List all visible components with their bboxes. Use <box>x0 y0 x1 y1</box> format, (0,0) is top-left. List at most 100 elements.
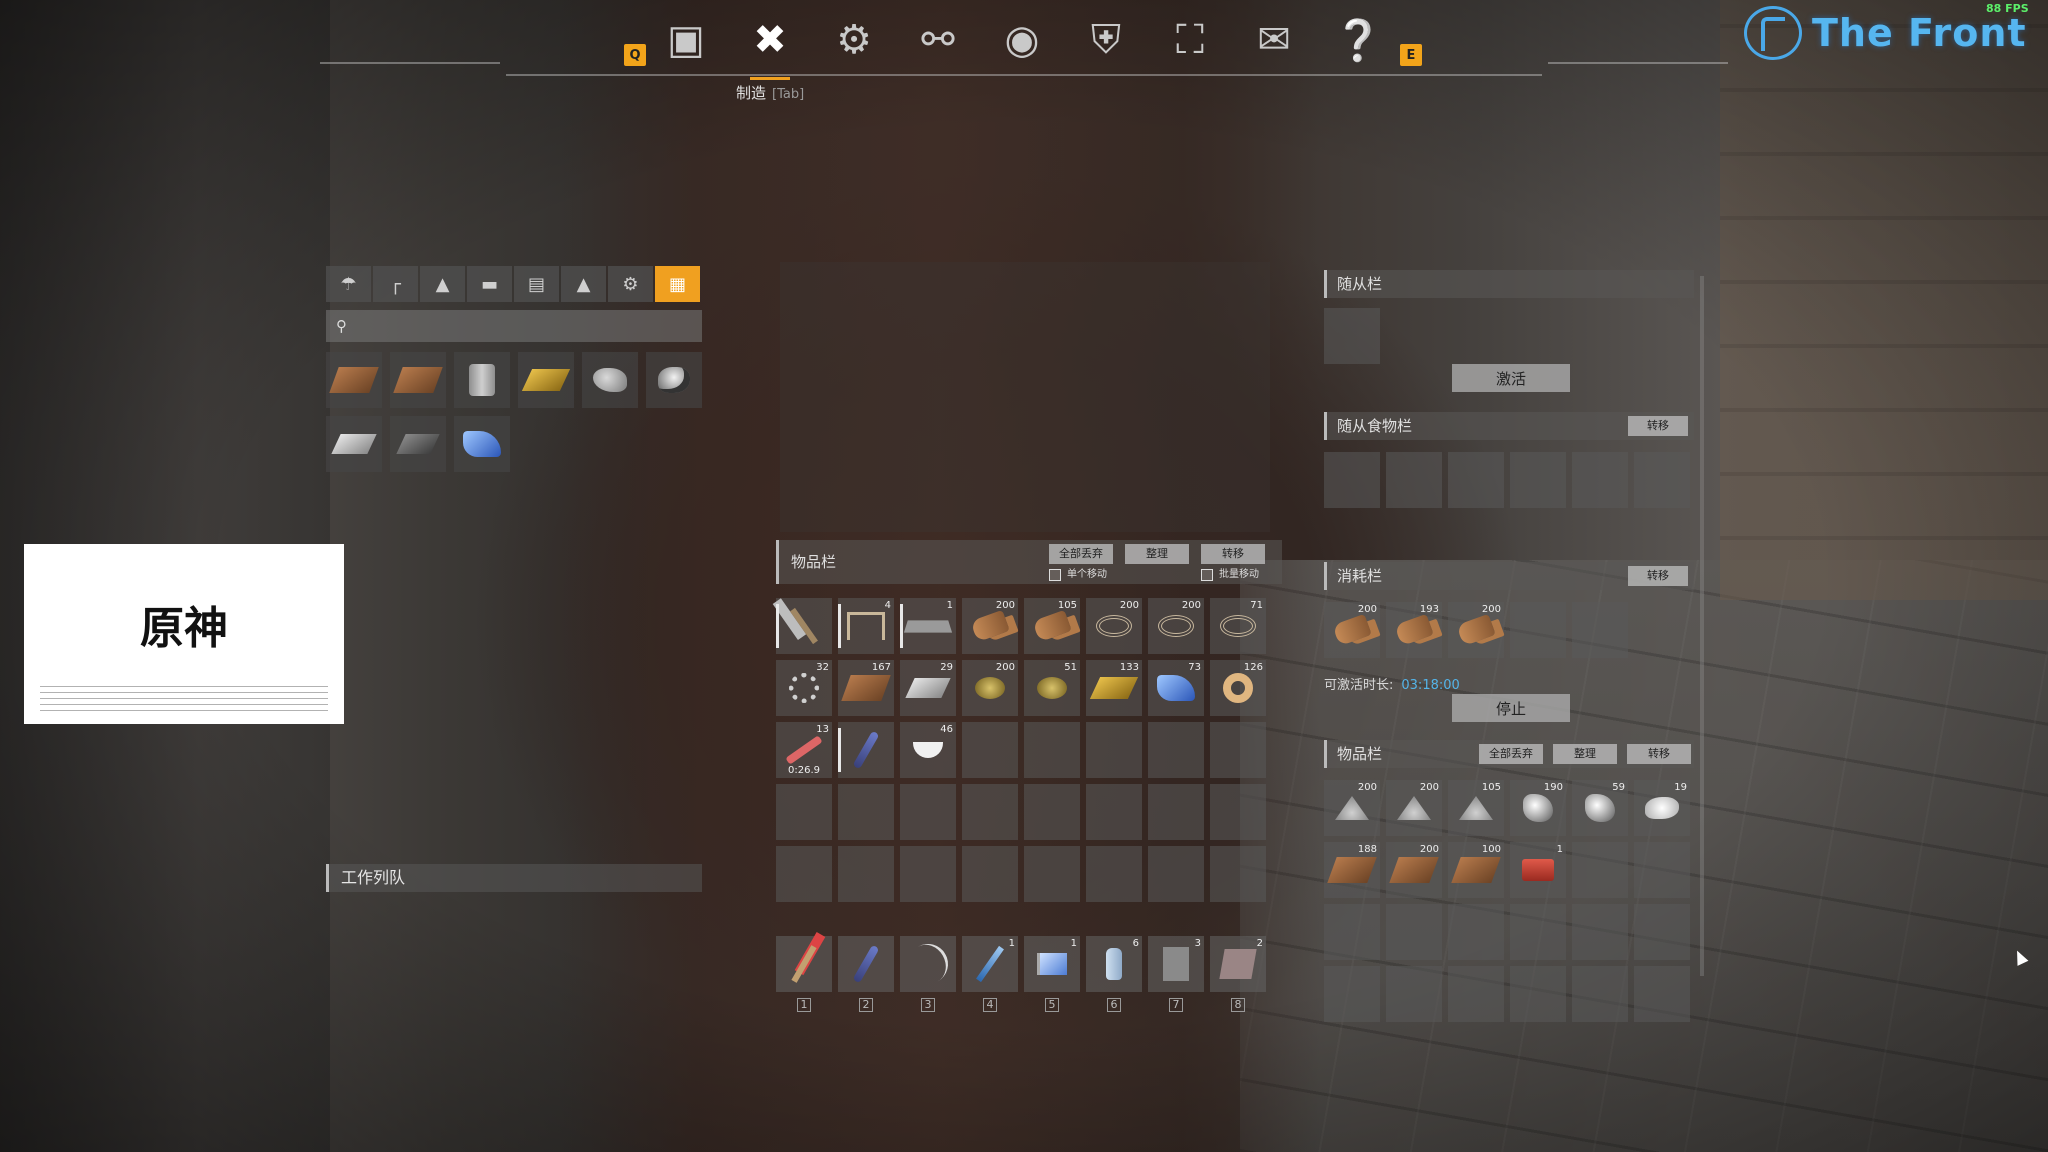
campfire-icon[interactable]: ▲ <box>561 266 606 302</box>
inventory-slot[interactable] <box>838 846 894 902</box>
parachute-icon[interactable]: ☂ <box>326 266 371 302</box>
recipe-item[interactable] <box>326 352 382 408</box>
activate-button[interactable]: 激活 <box>1452 364 1570 392</box>
settings-icon[interactable]: ⚙ <box>608 266 653 302</box>
inventory-slot[interactable] <box>962 846 1018 902</box>
storage-slot[interactable]: 59 <box>1572 780 1628 836</box>
storage-slot[interactable]: 190 <box>1510 780 1566 836</box>
consumable-slot[interactable]: 200 <box>1448 602 1504 658</box>
consumable-slot[interactable] <box>1572 602 1628 658</box>
storage-slot[interactable] <box>1572 842 1628 898</box>
storage-slot[interactable] <box>1448 904 1504 960</box>
storage-slot[interactable] <box>1510 904 1566 960</box>
stop-button[interactable]: 停止 <box>1452 694 1570 722</box>
drop-all-button[interactable]: 全部丢弃 <box>1049 544 1113 564</box>
storage-slot[interactable] <box>1324 966 1380 1022</box>
consumable-slot[interactable]: 200 <box>1324 602 1380 658</box>
food-transfer-button[interactable]: 转移 <box>1628 416 1688 436</box>
recipe-item[interactable] <box>326 416 382 472</box>
inventory-slot[interactable] <box>776 846 832 902</box>
mail-icon[interactable]: ✉ <box>1232 8 1316 72</box>
right-panel-scrollbar[interactable] <box>1700 276 1704 976</box>
inventory-slot[interactable] <box>1148 722 1204 778</box>
inventory-slot[interactable]: 126 <box>1210 660 1266 716</box>
inventory-slot[interactable]: 133 <box>1086 660 1142 716</box>
inventory-slot[interactable] <box>776 598 832 654</box>
inventory-slot[interactable] <box>1210 722 1266 778</box>
inventory-slot[interactable]: 1 <box>900 598 956 654</box>
craft-search-input[interactable] <box>357 318 677 334</box>
inventory-slot[interactable] <box>1210 846 1266 902</box>
food-slot[interactable] <box>1448 452 1504 508</box>
inventory-slot[interactable] <box>1024 846 1080 902</box>
recipe-item[interactable] <box>518 352 574 408</box>
storage-slot[interactable]: 188 <box>1324 842 1380 898</box>
storage-slot[interactable]: 100 <box>1448 842 1504 898</box>
statue-icon[interactable]: ▲ <box>420 266 465 302</box>
consumable-transfer-button[interactable]: 转移 <box>1628 566 1688 586</box>
storage-slot[interactable]: 19 <box>1634 780 1690 836</box>
hotbar-slot[interactable] <box>838 936 894 992</box>
inventory-slot[interactable] <box>1086 722 1142 778</box>
hotbar-slot[interactable]: 1 <box>1024 936 1080 992</box>
consumable-slot[interactable] <box>1510 602 1566 658</box>
gear-bolt-icon[interactable]: ⚙ <box>812 8 896 72</box>
inventory-slot[interactable]: 167 <box>838 660 894 716</box>
recipe-item[interactable] <box>454 352 510 408</box>
inventory-slot[interactable]: 71 <box>1210 598 1266 654</box>
storage-slot[interactable] <box>1386 966 1442 1022</box>
map-pin-icon[interactable]: ◉ <box>980 8 1064 72</box>
hotbar-slot[interactable]: 1 <box>962 936 1018 992</box>
grid-icon[interactable]: ▦ <box>655 266 700 302</box>
recipe-item[interactable] <box>390 416 446 472</box>
gun-icon[interactable]: ┌ <box>373 266 418 302</box>
food-slot[interactable] <box>1324 452 1380 508</box>
inventory-slot[interactable]: 46 <box>900 722 956 778</box>
world-map-icon[interactable]: ⛶ <box>1148 8 1232 72</box>
food-slot[interactable] <box>1510 452 1566 508</box>
storage-drop-all-button[interactable]: 全部丢弃 <box>1479 744 1543 764</box>
follower-slot[interactable] <box>1324 308 1380 364</box>
recipe-item[interactable] <box>454 416 510 472</box>
hotbar-slot[interactable]: 2 <box>1210 936 1266 992</box>
inventory-slot[interactable]: 4 <box>838 598 894 654</box>
inventory-slot[interactable] <box>900 846 956 902</box>
storage-slot[interactable]: 1 <box>1510 842 1566 898</box>
inventory-slot[interactable] <box>900 784 956 840</box>
storage-slot[interactable] <box>1510 966 1566 1022</box>
storage-slot[interactable] <box>1634 966 1690 1022</box>
inventory-slot[interactable]: 32 <box>776 660 832 716</box>
inventory-slot[interactable] <box>1086 846 1142 902</box>
storage-slot[interactable]: 200 <box>1386 842 1442 898</box>
inventory-slot[interactable] <box>838 784 894 840</box>
recipe-item[interactable] <box>390 352 446 408</box>
storage-slot[interactable]: 105 <box>1448 780 1504 836</box>
inventory-slot[interactable] <box>1148 846 1204 902</box>
inventory-slot[interactable]: 200 <box>962 660 1018 716</box>
hotbar-slot[interactable] <box>776 936 832 992</box>
inventory-slot[interactable] <box>962 722 1018 778</box>
shield-badge-icon[interactable]: ⛨ <box>1064 8 1148 72</box>
batch-move-toggle[interactable]: 批量移动 <box>1201 568 1259 582</box>
storage-transfer-button[interactable]: 转移 <box>1627 744 1691 764</box>
inventory-slot[interactable] <box>1024 722 1080 778</box>
hotbar-slot[interactable] <box>900 936 956 992</box>
crate-icon[interactable]: ▤ <box>514 266 559 302</box>
recipe-item[interactable] <box>582 352 638 408</box>
storage-slot[interactable] <box>1448 966 1504 1022</box>
hotbar-slot[interactable]: 3 <box>1148 936 1204 992</box>
hotbar-slot[interactable]: 6 <box>1086 936 1142 992</box>
inventory-slot[interactable] <box>962 784 1018 840</box>
food-slot[interactable] <box>1386 452 1442 508</box>
food-slot[interactable] <box>1572 452 1628 508</box>
storage-slot[interactable] <box>1634 842 1690 898</box>
single-move-toggle[interactable]: 单个移动 <box>1049 568 1107 582</box>
inventory-slot[interactable]: 105 <box>1024 598 1080 654</box>
transfer-button[interactable]: 转移 <box>1201 544 1265 564</box>
storage-slot[interactable] <box>1324 904 1380 960</box>
storage-sort-button[interactable]: 整理 <box>1553 744 1617 764</box>
wrench-screwdriver-icon[interactable]: ✖ <box>728 8 812 80</box>
inventory-slot[interactable] <box>1210 784 1266 840</box>
inventory-slot[interactable] <box>838 722 894 778</box>
inventory-slot[interactable]: 200 <box>1086 598 1142 654</box>
